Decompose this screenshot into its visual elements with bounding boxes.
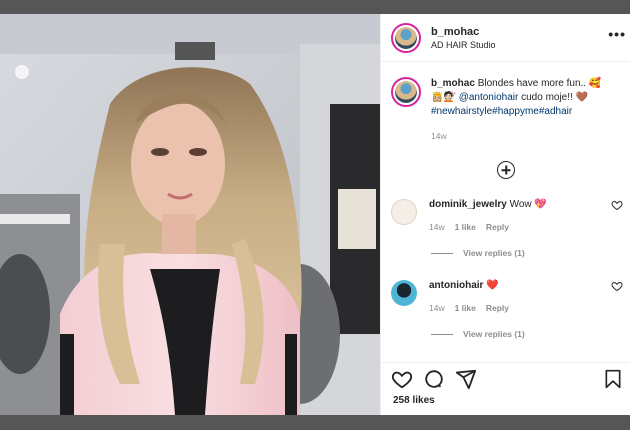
view-replies-button[interactable]: View replies (1)	[431, 248, 630, 258]
emoji-face-icon: 🥰	[588, 78, 602, 89]
load-more-comments[interactable]	[381, 161, 630, 179]
comment-reply-button[interactable]: Reply	[486, 222, 509, 232]
author-username[interactable]: b_mohac	[431, 26, 496, 38]
heart-emoji-icon: 💖	[534, 199, 547, 210]
author-avatar[interactable]	[391, 22, 421, 53]
more-options-icon[interactable]: •••	[608, 26, 626, 42]
comment-reply-button[interactable]: Reply	[486, 303, 509, 313]
like-comment-icon[interactable]	[611, 280, 623, 292]
brown-heart-icon: 🤎	[575, 92, 589, 103]
bookmark-icon[interactable]	[603, 368, 623, 390]
comment-username[interactable]: dominik_jewelry	[429, 199, 507, 210]
comment-icon[interactable]	[423, 368, 445, 390]
caption-hashtags[interactable]: #newhairstyle#happyme#adhair	[431, 106, 572, 117]
comment-username[interactable]: antoniohair	[429, 280, 483, 291]
post-location[interactable]: AD HAIR Studio	[431, 40, 496, 50]
post-image	[0, 14, 380, 415]
post-details-panel: b_mohac AD HAIR Studio ••• b_mohac Blond…	[380, 14, 630, 415]
post-modal: b_mohac AD HAIR Studio ••• b_mohac Blond…	[0, 14, 630, 415]
comment-likes[interactable]: 1 like	[455, 222, 476, 232]
heart-icon[interactable]	[391, 368, 413, 390]
view-replies-button[interactable]: View replies (1)	[431, 329, 630, 339]
post-photo[interactable]	[0, 14, 380, 415]
comment-avatar[interactable]	[391, 199, 417, 225]
caption-avatar[interactable]	[391, 77, 421, 107]
post-header: b_mohac AD HAIR Studio •••	[381, 14, 630, 62]
add-comment-icon[interactable]	[497, 161, 515, 179]
comment-time[interactable]: 14w	[429, 303, 445, 313]
view-replies-label: View replies (1)	[463, 329, 525, 339]
caption-username[interactable]: b_mohac	[431, 78, 475, 89]
red-heart-emoji-icon: ❤️	[486, 280, 499, 291]
caption-text: Blondes have more fun..	[477, 78, 587, 89]
comment-text: Wow	[509, 199, 532, 210]
comment-time[interactable]: 14w	[429, 222, 445, 232]
likes-count[interactable]: 258 likes	[381, 389, 630, 406]
comment-likes[interactable]: 1 like	[455, 303, 476, 313]
comment-avatar[interactable]	[391, 280, 417, 306]
post-caption: b_mohac Blondes have more fun.. 🥰 👸🏼💇🏻 @…	[381, 63, 630, 143]
share-icon[interactable]	[455, 368, 477, 390]
caption-text-2: cudo moje!!	[521, 92, 573, 103]
caption-mention[interactable]: @antoniohair	[459, 92, 519, 103]
comment-item: antoniohair ❤️ 14w 1 like Reply	[381, 280, 630, 313]
like-comment-icon[interactable]	[611, 199, 623, 211]
caption-time[interactable]: 14w	[431, 129, 616, 143]
emoji-people-icon: 👸🏼💇🏻	[431, 92, 456, 103]
comment-item: dominik_jewelry Wow 💖 14w 1 like Reply	[381, 199, 630, 232]
post-actions: 258 likes	[381, 362, 630, 415]
comments-list[interactable]: b_mohac Blondes have more fun.. 🥰 👸🏼💇🏻 @…	[381, 63, 630, 362]
view-replies-label: View replies (1)	[463, 248, 525, 258]
